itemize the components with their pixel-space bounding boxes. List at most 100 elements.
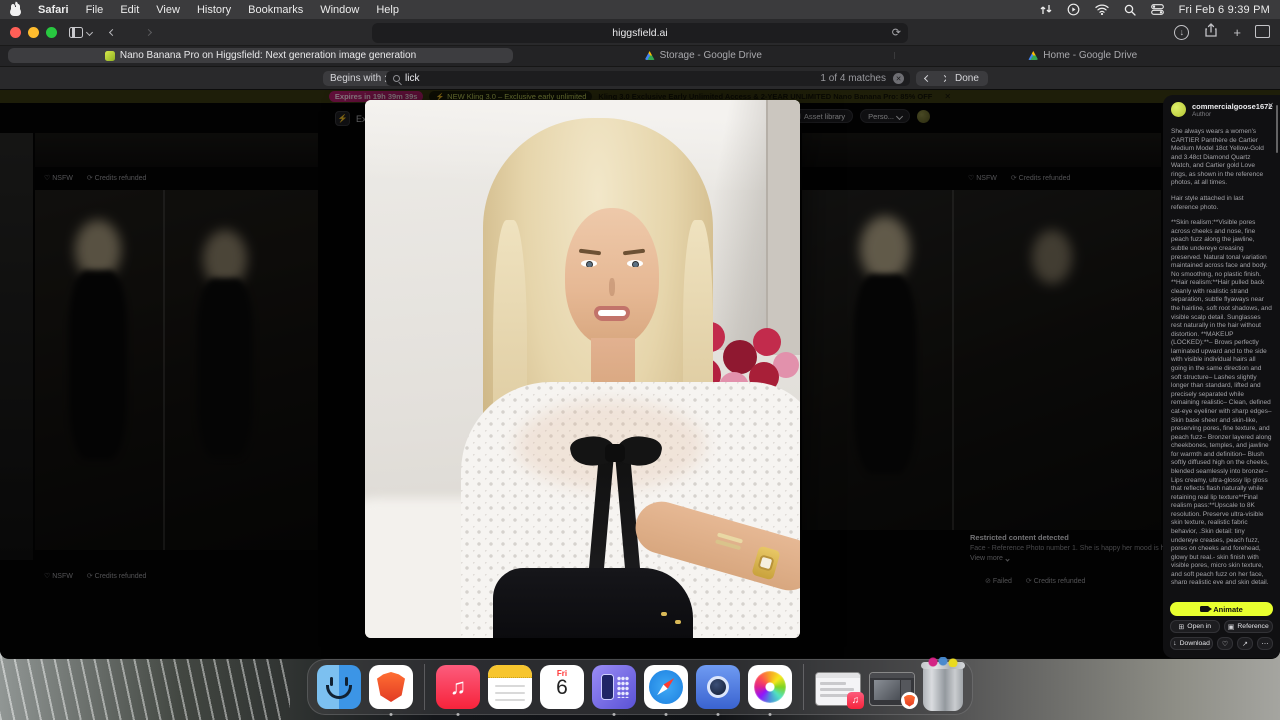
menu-bar: Safari File Edit View History Bookmarks … (0, 0, 1280, 19)
running-indicator (612, 713, 616, 716)
video-camera-icon (1200, 606, 1213, 612)
control-center-icon[interactable] (1151, 3, 1165, 16)
open-in-label: Open in (1187, 623, 1212, 630)
desktop: Safari File Edit View History Bookmarks … (0, 0, 1280, 720)
generation-detail-panel: commercialgoose1672 Author ✕ She always … (1163, 95, 1280, 658)
find-search-input[interactable]: lick 1 of 4 matches ✕ (386, 71, 910, 86)
chevron-down-icon (86, 28, 94, 36)
like-button[interactable]: ♡ (1217, 637, 1233, 650)
menu-file[interactable]: File (86, 4, 104, 16)
window-controls (10, 26, 57, 38)
running-indicator (664, 713, 668, 716)
now-playing-icon[interactable] (1067, 3, 1081, 16)
previous-match-button[interactable] (923, 73, 932, 84)
panel-header: commercialgoose1672 Author ✕ (1163, 95, 1280, 122)
tab-overview-button[interactable] (1255, 24, 1270, 38)
new-tab-button[interactable]: + (1233, 25, 1241, 40)
spotlight-search-icon[interactable] (1123, 3, 1137, 16)
close-window-button[interactable] (10, 26, 21, 38)
menu-history[interactable]: History (197, 4, 231, 16)
tab-title: Storage - Google Drive (659, 50, 762, 61)
minimized-music-window[interactable]: ♫ (815, 672, 864, 709)
browser-toolbar: higgsfield.ai ⟳ ↓ + (0, 19, 1280, 46)
reload-icon[interactable]: ⟳ (892, 26, 901, 39)
music-dock-icon[interactable]: ♫ (436, 665, 480, 716)
shortcuts-icon[interactable] (1039, 3, 1053, 16)
reference-button[interactable]: ▣ Reference (1223, 620, 1273, 633)
brave-badge-icon (901, 692, 918, 709)
ellipsis-icon: ⋯ (1261, 640, 1269, 648)
tab-title: Nano Banana Pro on Higgsfield: Next gene… (119, 50, 417, 61)
dock: ♫ Fri 6 ♫ (307, 657, 973, 716)
search-icon (393, 75, 400, 82)
forward-button[interactable] (138, 22, 158, 42)
zoom-window-button[interactable] (46, 26, 57, 38)
wifi-icon[interactable] (1094, 3, 1109, 16)
menu-edit[interactable]: Edit (120, 4, 139, 16)
more-button[interactable]: ⋯ (1257, 637, 1273, 650)
share-button[interactable] (1205, 22, 1218, 42)
share-button[interactable]: ↗ (1237, 637, 1253, 650)
eye (581, 260, 597, 267)
trash-dock-icon[interactable] (921, 657, 965, 711)
minimized-brave-window[interactable] (869, 672, 918, 709)
menu-bookmarks[interactable]: Bookmarks (248, 4, 303, 16)
menu-window[interactable]: Window (320, 4, 359, 16)
prompt-text[interactable]: She always wears a women's CARTIER Panth… (1163, 122, 1280, 584)
menu-app-name[interactable]: Safari (38, 4, 69, 16)
tab-nano-banana[interactable]: Nano Banana Pro on Higgsfield: Next gene… (8, 48, 513, 63)
calendar-day: 6 (556, 676, 568, 699)
find-done-button[interactable]: Done (946, 71, 988, 86)
animate-button[interactable]: Animate (1170, 602, 1273, 616)
safari-dock-icon[interactable] (644, 665, 688, 716)
sidebar-toggle-button[interactable] (69, 22, 94, 42)
camera-app-dock-icon[interactable] (696, 665, 740, 716)
download-icon: ↓ (1173, 640, 1177, 647)
clear-search-icon[interactable]: ✕ (893, 73, 904, 84)
author-avatar[interactable] (1171, 102, 1186, 117)
find-query-text: lick (405, 73, 420, 84)
running-indicator (389, 713, 393, 716)
tab-home-drive[interactable]: Home - Google Drive (893, 48, 1273, 63)
chevron-right-icon (144, 28, 152, 36)
tab-storage-drive[interactable]: Storage - Google Drive (514, 48, 893, 63)
author-username[interactable]: commercialgoose1672 (1192, 102, 1272, 111)
panel-actions: Animate ⊞ Open in ▣ Reference ↓ Download ♡ … (1170, 602, 1273, 650)
menu-bar-clock[interactable]: Fri Feb 6 9:39 PM (1179, 4, 1270, 16)
url-text: higgsfield.ai (612, 26, 668, 39)
panel-close-icon[interactable]: ✕ (1267, 101, 1274, 110)
prompt-paragraph: **Skin realism:**Visible pores across ch… (1171, 219, 1272, 584)
calendar-dock-icon[interactable]: Fri 6 (540, 665, 584, 709)
gold-ring (675, 620, 681, 624)
photo-door-frame (766, 100, 800, 355)
menu-help[interactable]: Help (376, 4, 399, 16)
address-bar[interactable]: higgsfield.ai ⟳ (372, 22, 908, 43)
open-in-icon: ⊞ (1178, 623, 1185, 631)
menu-view[interactable]: View (156, 4, 180, 16)
reference-label: Reference (1237, 623, 1269, 630)
share-arrow-icon: ↗ (1242, 640, 1248, 648)
music-badge-icon: ♫ (847, 692, 864, 709)
apple-menu-icon[interactable] (10, 1, 21, 16)
prompt-paragraph: Hair style attached in last reference ph… (1171, 195, 1244, 211)
notes-dock-icon[interactable] (488, 665, 532, 709)
reference-icon: ▣ (1227, 623, 1235, 631)
google-drive-favicon (644, 51, 655, 60)
eyebrow (578, 248, 602, 256)
download-button[interactable]: ↓ Download (1170, 637, 1213, 650)
photos-dock-icon[interactable] (748, 665, 792, 716)
finder-dock-icon[interactable] (317, 665, 361, 709)
eyebrow (622, 248, 646, 256)
brave-dock-icon[interactable] (369, 665, 413, 716)
iphone-mirroring-dock-icon[interactable] (592, 665, 636, 716)
dock-separator (803, 664, 804, 710)
find-bar: Begins with lick 1 of 4 matches ✕ Done (0, 67, 1280, 90)
generated-image-modal[interactable] (365, 100, 800, 638)
done-label: Done (955, 73, 979, 84)
prompt-paragraph: She always wears a women's CARTIER Panth… (1171, 128, 1264, 187)
open-in-button[interactable]: ⊞ Open in (1170, 620, 1220, 633)
downloads-button[interactable]: ↓ (1174, 24, 1190, 40)
minimize-window-button[interactable] (28, 26, 39, 38)
back-button[interactable] (102, 22, 122, 42)
panel-scrollbar[interactable] (1276, 105, 1278, 153)
